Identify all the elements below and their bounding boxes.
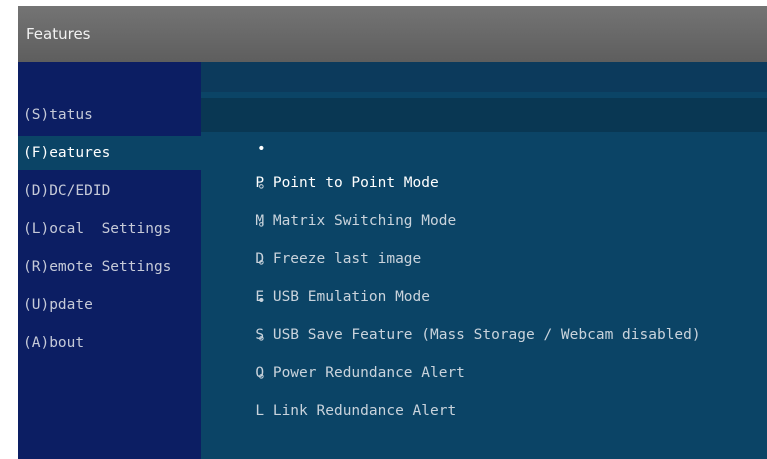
feature-matrix-switching[interactable]: ∘ M Matrix Switching Mode bbox=[201, 136, 767, 229]
window-title: Features bbox=[18, 6, 767, 62]
checkbox-unselected-icon: ∘ bbox=[257, 369, 266, 385]
panel-header-strip bbox=[201, 62, 767, 92]
sidebar-item-remote-settings[interactable]: (R)emote Settings bbox=[18, 250, 201, 284]
feature-usb-emulation[interactable]: ∘ E USB Emulation Mode bbox=[201, 212, 767, 305]
sidebar-item-update[interactable]: (U)pdate bbox=[18, 288, 201, 322]
sidebar: (S)tatus (F)eatures (D)DC/EDID (L)ocal S… bbox=[18, 62, 201, 459]
sidebar-item-about[interactable]: (A)bout bbox=[18, 326, 201, 360]
feature-label: L Link Redundance Alert bbox=[255, 403, 457, 419]
osd-window: Features (S)tatus (F)eatures (D)DC/EDID … bbox=[18, 6, 767, 459]
features-panel: • P Point to Point Mode ∘ M Matrix Switc… bbox=[201, 62, 767, 459]
feature-link-redundance-alert[interactable]: ∘ L Link Redundance Alert bbox=[201, 326, 767, 419]
sidebar-item-ddc-edid[interactable]: (D)DC/EDID bbox=[18, 174, 201, 208]
sidebar-item-features[interactable]: (F)eatures bbox=[18, 136, 201, 170]
feature-usb-save[interactable]: • S USB Save Feature (Mass Storage / Web… bbox=[201, 250, 767, 343]
feature-label: O Power Redundance Alert bbox=[255, 365, 465, 381]
feature-point-to-point[interactable]: • P Point to Point Mode bbox=[201, 98, 767, 191]
sidebar-item-local-settings[interactable]: (L)ocal Settings bbox=[18, 212, 201, 246]
feature-power-redundance-alert[interactable]: ∘ O Power Redundance Alert bbox=[201, 288, 767, 381]
sidebar-item-status[interactable]: (S)tatus bbox=[18, 98, 201, 132]
feature-freeze-last-image[interactable]: ∘ D Freeze last image bbox=[201, 174, 767, 267]
